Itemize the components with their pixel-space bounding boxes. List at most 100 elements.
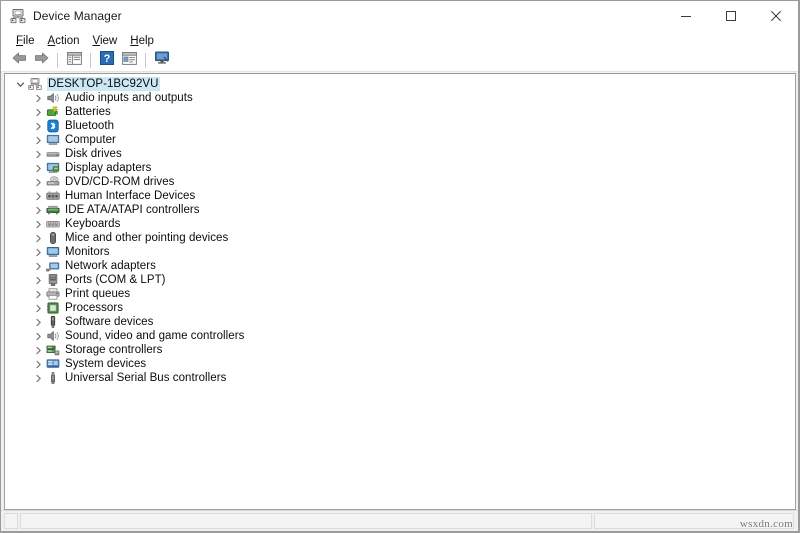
status-bar: wsxdn.com <box>1 510 798 531</box>
forward-button[interactable] <box>30 51 52 71</box>
maximize-button[interactable] <box>708 1 753 31</box>
tree-item-audio-inputs-and-outputs[interactable]: Audio inputs and outputs <box>33 91 795 105</box>
tree-item-bluetooth[interactable]: Bluetooth <box>33 119 795 133</box>
tree-item-system-devices[interactable]: System devices <box>33 357 795 371</box>
menu-view[interactable]: View <box>87 33 125 49</box>
tree-item-mice-and-other-pointing-devices[interactable]: Mice and other pointing devices <box>33 231 795 245</box>
menu-help-label: elp <box>138 34 154 47</box>
tree-item-keyboards[interactable]: Keyboards <box>33 217 795 231</box>
tree-item-ports-com-lpt[interactable]: Ports (COM & LPT) <box>33 273 795 287</box>
chevron-right-icon[interactable] <box>33 91 44 105</box>
status-panel-1 <box>4 513 18 529</box>
tree-item-label: Mice and other pointing devices <box>65 232 229 244</box>
menu-help-accel: H <box>130 34 139 47</box>
minimize-button[interactable] <box>663 1 708 31</box>
chevron-right-icon[interactable] <box>33 273 44 287</box>
chevron-right-icon[interactable] <box>33 343 44 357</box>
tree-item-display-adapters[interactable]: Display adapters <box>33 161 795 175</box>
tree-root-node[interactable]: DESKTOP-1BC92VU <box>15 77 795 91</box>
tree-item-label: Sound, video and game controllers <box>65 330 245 342</box>
question-mark-icon: ? <box>100 51 114 70</box>
properties-button[interactable] <box>118 51 140 71</box>
toolbar-separator-3 <box>145 53 146 68</box>
chevron-right-icon[interactable] <box>33 357 44 371</box>
keyboard-icon <box>46 217 60 231</box>
tree-item-computer[interactable]: Computer <box>33 133 795 147</box>
tree-item-print-queues[interactable]: Print queues <box>33 287 795 301</box>
show-hide-console-tree-button[interactable] <box>63 51 85 71</box>
menu-view-accel: V <box>92 34 100 47</box>
ide-controller-icon <box>46 203 60 217</box>
mouse-icon <box>46 231 60 245</box>
chevron-right-icon[interactable] <box>33 287 44 301</box>
tree-item-label: Software devices <box>65 316 154 328</box>
tree-item-label: Computer <box>65 134 116 146</box>
chevron-right-icon[interactable] <box>33 371 44 385</box>
display-adapter-icon <box>46 161 60 175</box>
tree-item-label: Disk drives <box>65 148 122 160</box>
tree-item-software-devices[interactable]: Software devices <box>33 315 795 329</box>
usb-controller-icon <box>46 371 60 385</box>
tree-item-storage-controllers[interactable]: Storage controllers <box>33 343 795 357</box>
device-manager-icon <box>10 8 26 24</box>
chevron-right-icon[interactable] <box>33 231 44 245</box>
sound-controller-icon <box>46 329 60 343</box>
menu-help[interactable]: Help <box>124 33 161 49</box>
tree-item-monitors[interactable]: Monitors <box>33 245 795 259</box>
menu-file-label: ile <box>23 34 35 47</box>
chevron-right-icon[interactable] <box>33 119 44 133</box>
chevron-right-icon[interactable] <box>33 133 44 147</box>
tree-item-human-interface-devices[interactable]: Human Interface Devices <box>33 189 795 203</box>
toolbar: ? <box>1 50 798 72</box>
properties-icon <box>121 51 137 70</box>
chevron-right-icon[interactable] <box>33 259 44 273</box>
right-arrow-icon <box>33 51 50 70</box>
tree-item-label: Processors <box>65 302 124 314</box>
tree-item-network-adapters[interactable]: Network adapters <box>33 259 795 273</box>
chevron-right-icon[interactable] <box>33 175 44 189</box>
tree-item-processors[interactable]: Processors <box>33 301 795 315</box>
battery-icon <box>46 105 60 119</box>
chevron-down-icon[interactable] <box>15 77 26 91</box>
device-tree[interactable]: DESKTOP-1BC92VU Audio inputs and outputs <box>4 73 796 510</box>
menu-action[interactable]: Action <box>42 33 87 49</box>
tree-item-label: Human Interface Devices <box>65 190 196 202</box>
back-button[interactable] <box>8 51 30 71</box>
tree-item-label: Bluetooth <box>65 120 115 132</box>
tree-item-sound-video-and-game-controllers[interactable]: Sound, video and game controllers <box>33 329 795 343</box>
tree-item-dvd-cd-rom-drives[interactable]: DVD/CD-ROM drives <box>33 175 795 189</box>
hid-icon <box>46 189 60 203</box>
chevron-right-icon[interactable] <box>33 329 44 343</box>
chevron-right-icon[interactable] <box>33 315 44 329</box>
status-panel-2 <box>20 513 592 529</box>
chevron-right-icon[interactable] <box>33 105 44 119</box>
menu-file-accel: F <box>16 34 24 47</box>
scan-for-hardware-changes-button[interactable] <box>151 51 173 71</box>
help-button[interactable]: ? <box>96 51 118 71</box>
window-controls <box>663 1 798 31</box>
tree-item-batteries[interactable]: Batteries <box>33 105 795 119</box>
chevron-right-icon[interactable] <box>33 189 44 203</box>
menu-file[interactable]: File <box>10 33 42 49</box>
tree-item-universal-serial-bus-controllers[interactable]: Universal Serial Bus controllers <box>33 371 795 385</box>
tree-item-ide-ata-atapi-controllers[interactable]: IDE ATA/ATAPI controllers <box>33 203 795 217</box>
tree-item-label: Universal Serial Bus controllers <box>65 372 227 384</box>
dvd-drive-icon <box>46 175 60 189</box>
window-title: Device Manager <box>33 9 122 23</box>
tree-item-label: IDE ATA/ATAPI controllers <box>65 204 200 216</box>
chevron-right-icon[interactable] <box>33 147 44 161</box>
chevron-right-icon[interactable] <box>33 203 44 217</box>
tree-item-label: Keyboards <box>65 218 121 230</box>
computer-node-icon <box>28 77 42 91</box>
close-button[interactable] <box>753 1 798 31</box>
title-bar: Device Manager <box>1 1 798 31</box>
storage-controller-icon <box>46 343 60 357</box>
tree-item-disk-drives[interactable]: Disk drives <box>33 147 795 161</box>
chevron-right-icon[interactable] <box>33 217 44 231</box>
chevron-right-icon[interactable] <box>33 301 44 315</box>
device-manager-window: Device Manager File Action View Help ? D… <box>0 0 800 533</box>
chevron-right-icon[interactable] <box>33 161 44 175</box>
chevron-right-icon[interactable] <box>33 245 44 259</box>
monitor-icon <box>46 245 60 259</box>
svg-text:?: ? <box>104 53 111 65</box>
